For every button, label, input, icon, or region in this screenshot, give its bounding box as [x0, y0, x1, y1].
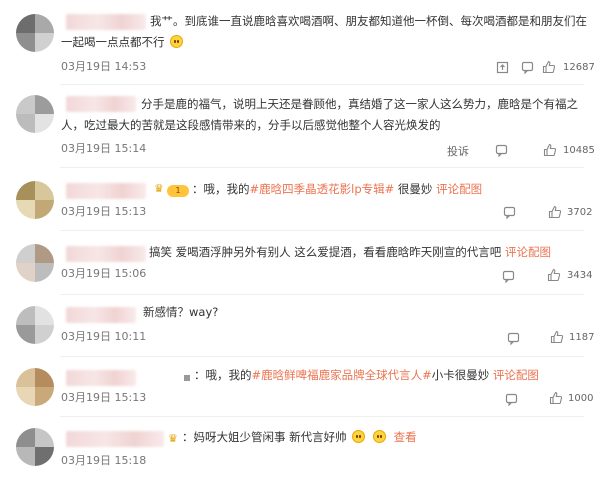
like-icon[interactable] — [549, 391, 563, 405]
like-count: 1000 — [568, 393, 594, 404]
divider — [60, 356, 584, 357]
comment-prefix: ：哦，我的 — [192, 182, 250, 196]
username-blurred[interactable] — [66, 370, 136, 386]
avatar[interactable] — [16, 95, 54, 133]
level-badge: 1 — [167, 185, 189, 197]
divider — [60, 416, 584, 417]
topic-link[interactable]: #鹿晗四季晶透花影lp专辑# — [250, 182, 395, 196]
comment-text: ：哦，我的#鹿晗鲜啤福鹿家品牌全球代言人#小卡很曼妙 评论配图 — [194, 365, 539, 386]
comment-icon[interactable] — [521, 61, 534, 74]
username-blurred[interactable] — [66, 246, 146, 262]
username-blurred[interactable] — [66, 96, 136, 112]
username-blurred[interactable] — [66, 307, 136, 323]
like-icon[interactable] — [547, 268, 561, 282]
comment-text: 搞笑 爱喝酒浮肿另外有别人 这么爱提酒，看看鹿晗昨天刚宣的代言吧 评论配图 — [149, 242, 551, 263]
divider — [60, 230, 584, 231]
timestamp: 03月19日 15:06 — [61, 267, 147, 280]
like-count: 10485 — [563, 145, 595, 156]
comment-text-cont: 一起喝一点点都不行 — [61, 35, 165, 49]
comment-text: 新感情？way? — [143, 305, 219, 319]
comment-icon[interactable] — [505, 393, 518, 406]
comment-body: 搞笑 爱喝酒浮肿另外有别人 这么爱提酒，看看鹿晗昨天刚宣的代言吧 — [149, 245, 505, 259]
timestamp: 03月19日 15:13 — [61, 391, 147, 404]
view-link[interactable]: 查看 — [394, 430, 417, 444]
comment-image-link[interactable]: 评论配图 — [505, 245, 551, 259]
emoji-icon — [170, 35, 184, 48]
comment-icon[interactable] — [495, 144, 508, 157]
timestamp: 03月19日 14:53 — [61, 60, 147, 73]
avatar[interactable] — [16, 368, 54, 406]
divider — [60, 84, 584, 85]
username-blurred[interactable] — [66, 14, 146, 30]
like-icon[interactable] — [542, 60, 556, 74]
avatar[interactable] — [16, 306, 54, 344]
like-icon[interactable] — [548, 205, 562, 219]
avatar[interactable] — [16, 428, 54, 466]
divider — [60, 294, 584, 295]
timestamp: 03月19日 10:11 — [61, 330, 147, 343]
comment-text-line2: 人，吃过最大的苦就是这段感情带来的，分手以后感觉他整个人容光焕发的 — [61, 118, 441, 132]
like-count: 1187 — [569, 332, 595, 343]
like-count: 3434 — [567, 270, 593, 281]
like-icon[interactable] — [550, 330, 564, 344]
like-count: 3702 — [567, 207, 593, 218]
divider — [60, 167, 584, 168]
comment-image-link[interactable]: 评论配图 — [493, 368, 539, 382]
comment-suffix: 很曼妙 — [394, 182, 437, 196]
crown-icon: ♛ — [168, 432, 178, 445]
comment-text-line2: 一起喝一点点都不行 — [61, 32, 184, 53]
report-button[interactable]: 投诉 — [447, 143, 469, 159]
timestamp: 03月19日 15:18 — [61, 454, 147, 467]
crown-icon: ♛ — [154, 182, 164, 195]
avatar[interactable] — [16, 244, 54, 282]
username-blurred[interactable] — [66, 183, 146, 199]
comment-text: ：妈呀大姐少管闲事 新代言好帅 查看 — [182, 427, 417, 448]
comment-body: ：妈呀大姐少管闲事 新代言好帅 — [182, 430, 347, 444]
avatar[interactable] — [16, 14, 54, 52]
emoji-icon — [352, 430, 366, 443]
emoji-icon — [372, 430, 386, 443]
share-icon[interactable] — [496, 61, 509, 74]
comment-text: 我艹。到底谁一直说鹿晗喜欢喝酒啊、朋友都知道他一杯倒、每次喝酒都是和朋友们在 — [150, 14, 587, 28]
timestamp: 03月19日 15:13 — [61, 205, 147, 218]
avatar[interactable] — [16, 181, 54, 219]
topic-link[interactable]: #鹿晗鲜啤福鹿家品牌全球代言人# — [252, 368, 432, 382]
like-count: 12687 — [563, 62, 595, 73]
badge-icon — [184, 375, 190, 381]
timestamp: 03月19日 15:14 — [61, 142, 147, 155]
comment-image-link[interactable]: 评论配图 — [436, 182, 482, 196]
comment-icon[interactable] — [503, 206, 516, 219]
username-blurred[interactable] — [66, 431, 164, 447]
comment-suffix: 小卡很曼妙 — [431, 368, 493, 382]
comment-icon[interactable] — [507, 332, 520, 345]
comment-text: ：哦，我的#鹿晗四季晶透花影lp专辑# 很曼妙 评论配图 — [192, 179, 482, 200]
like-icon[interactable] — [543, 143, 557, 157]
comment-prefix: ：哦，我的 — [194, 368, 252, 382]
comment-text: 分手是鹿的福气，说明上天还是眷顾他，真结婚了这一家人这么势力，鹿晗是个有福之 — [141, 97, 578, 111]
comment-icon[interactable] — [502, 270, 515, 283]
